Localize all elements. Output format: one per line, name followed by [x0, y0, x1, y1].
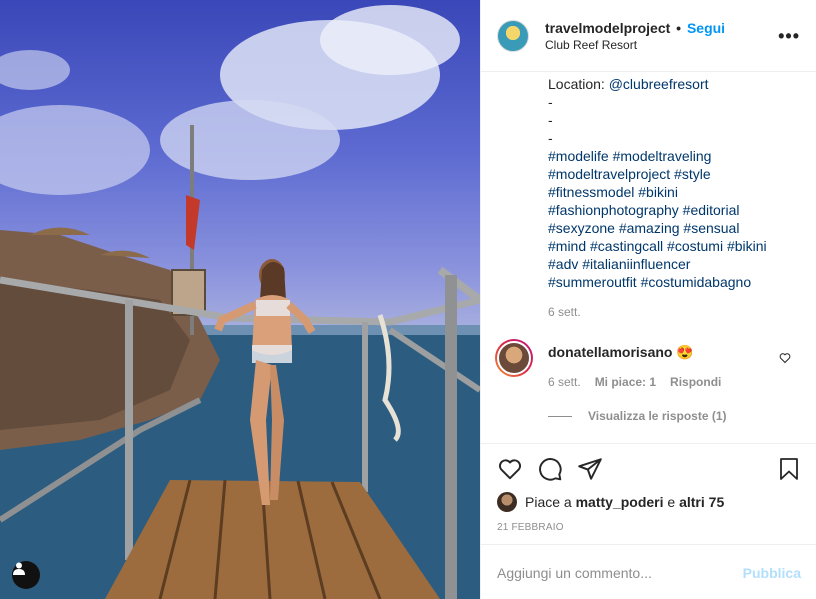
post-location[interactable]: Club Reef Resort [545, 37, 725, 53]
comment-input[interactable] [497, 564, 743, 581]
hashtag-line[interactable]: #mind #castingcall #costumi #bikini [548, 237, 808, 255]
liker-avatar[interactable] [497, 492, 517, 512]
replies-divider [548, 415, 572, 417]
view-replies-button[interactable]: Visualizza le risposte (1) [548, 409, 727, 423]
caption-location-handle[interactable]: @clubreefresort [609, 76, 709, 92]
liker-username[interactable]: matty_poderi [576, 494, 664, 510]
post-caption: Location: @clubreefresort - - - #modelif… [548, 75, 808, 291]
likes-others-button[interactable]: altri 75 [679, 494, 724, 510]
post-photo[interactable] [0, 0, 480, 599]
hashtag-line[interactable]: #fashionphotography #editorial [548, 201, 808, 219]
heart-icon[interactable] [497, 456, 523, 482]
comment-body: donatellamorisano 😍 [548, 343, 694, 361]
caption-dash: - [548, 112, 553, 128]
comment-meta: 6 sett. Mi piace: 1 Rispondi [548, 375, 721, 389]
caption-dash: - [548, 94, 553, 110]
commenter-username[interactable]: donatellamorisano [548, 344, 672, 360]
likes-prefix: Piace a [525, 494, 572, 510]
hashtag-line[interactable]: #adv #italianiinfluencer [548, 255, 808, 273]
publish-button[interactable]: Pubblica [743, 565, 801, 581]
comment-text: 😍 [676, 344, 694, 360]
comment-timestamp[interactable]: 6 sett. [548, 375, 581, 389]
author-username[interactable]: travelmodelproject [545, 20, 670, 36]
caption-location-line: Location: @clubreefresort [548, 75, 808, 93]
author-line: travelmodelproject • Segui [545, 19, 725, 37]
reply-button[interactable]: Rispondi [670, 375, 721, 389]
user-tag-icon[interactable] [12, 561, 40, 589]
comment-likes-count[interactable]: Mi piace: 1 [595, 375, 656, 389]
paper-plane-icon[interactable] [577, 456, 603, 482]
author-avatar[interactable] [497, 19, 529, 52]
comment-icon[interactable] [537, 456, 563, 482]
comment-like-icon[interactable] [779, 352, 791, 364]
post-photo-illustration [0, 5, 480, 599]
likes-conjunction: e [667, 494, 676, 510]
post-header: travelmodelproject • Segui Club Reef Res… [481, 0, 816, 72]
author-info: travelmodelproject • Segui Club Reef Res… [545, 19, 725, 53]
caption-location-label: Location: [548, 76, 609, 92]
follow-button[interactable]: Segui [687, 20, 725, 36]
caption-timestamp[interactable]: 6 sett. [548, 305, 581, 319]
post-date[interactable]: 21 FEBBRAIO [497, 522, 564, 533]
add-comment-bar: Pubblica [481, 544, 816, 599]
post-details-panel: travelmodelproject • Segui Club Reef Res… [480, 0, 816, 599]
hashtag-line[interactable]: #fitnessmodel #bikini [548, 183, 808, 201]
likes-summary: Piace a matty_poderi e altri 75 [497, 492, 724, 512]
post-actions [481, 444, 816, 492]
view-replies-label: Visualizza le risposte (1) [588, 409, 727, 423]
caption-dash: - [548, 130, 553, 146]
comments-section[interactable]: Location: @clubreefresort - - - #modelif… [481, 72, 816, 444]
hashtag-line[interactable]: #summeroutfit #costumidabagno [548, 273, 808, 291]
commenter-avatar[interactable] [495, 339, 533, 377]
bookmark-icon[interactable] [777, 456, 801, 482]
hashtag-line[interactable]: #sexyzone #amazing #sensual [548, 219, 808, 237]
separator-dot: • [676, 19, 682, 36]
more-options-icon[interactable]: ••• [778, 26, 800, 47]
hashtag-line[interactable]: #modelife #modeltraveling [548, 147, 808, 165]
hashtag-line[interactable]: #modeltravelproject #style [548, 165, 808, 183]
